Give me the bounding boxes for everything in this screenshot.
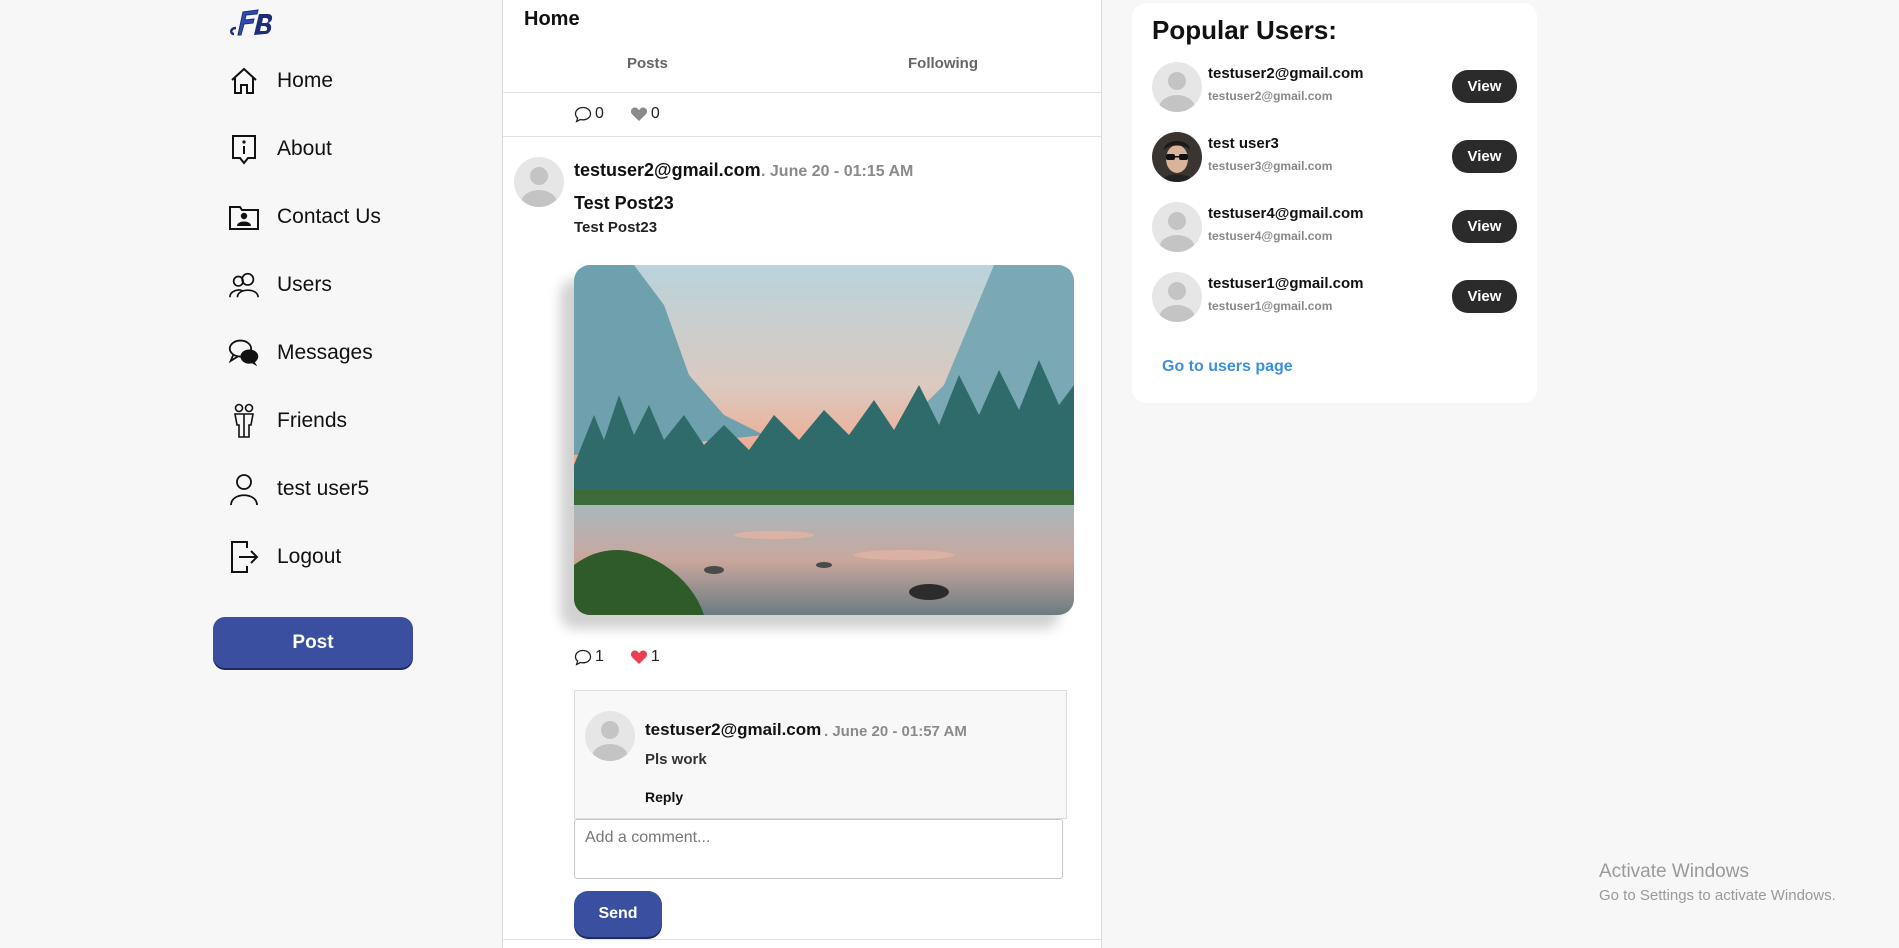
post-title: Test Post23 bbox=[574, 193, 674, 213]
popular-users-title: Popular Users: bbox=[1152, 15, 1337, 45]
user-email: testuser2@gmail.com bbox=[1208, 89, 1333, 103]
user-email: testuser1@gmail.com bbox=[1208, 299, 1333, 313]
sidebar-item-label: test user5 bbox=[277, 477, 370, 500]
comment-icon bbox=[574, 106, 592, 123]
post-date: . June 20 - 01:15 AM bbox=[761, 163, 914, 180]
view-user-button[interactable]: View bbox=[1452, 280, 1517, 313]
post-button[interactable]: Post bbox=[213, 617, 413, 668]
chat-bubbles-icon bbox=[228, 337, 260, 369]
user-email: testuser4@gmail.com bbox=[1208, 229, 1333, 243]
like-count[interactable]: 1 bbox=[630, 648, 660, 666]
sidebar: Home About Contact Us Users Messages Fri… bbox=[0, 0, 500, 948]
comment-count[interactable]: 0 bbox=[574, 105, 604, 123]
sidebar-item-label: Contact Us bbox=[277, 205, 381, 228]
view-user-button[interactable]: View bbox=[1452, 140, 1517, 173]
post-body: Test Post23 bbox=[574, 219, 658, 236]
feed-header: Home Posts Following bbox=[503, 0, 1101, 93]
reply-button[interactable]: Reply bbox=[645, 789, 683, 805]
post-image[interactable] bbox=[574, 265, 1074, 615]
heart-icon bbox=[630, 650, 647, 664]
home-icon bbox=[228, 65, 260, 97]
popular-user-row: testuser2@gmail.com testuser2@gmail.com … bbox=[1152, 62, 1522, 116]
comment-text: Pls work bbox=[645, 751, 707, 768]
like-count-value: 1 bbox=[650, 648, 660, 665]
sidebar-item-label: Home bbox=[277, 69, 334, 92]
comment-date: . June 20 - 01:57 AM bbox=[824, 723, 967, 740]
page-title: Home bbox=[524, 8, 580, 30]
user-name[interactable]: testuser2@gmail.com bbox=[1208, 65, 1364, 82]
user-name[interactable]: testuser1@gmail.com bbox=[1208, 275, 1364, 292]
comment-count[interactable]: 1 bbox=[574, 648, 604, 666]
sidebar-item-profile[interactable]: test user5 bbox=[228, 465, 468, 513]
popular-user-row: testuser4@gmail.com testuser4@gmail.com … bbox=[1152, 202, 1522, 256]
avatar[interactable] bbox=[1152, 272, 1202, 322]
tab-following[interactable]: Following bbox=[908, 55, 978, 72]
app-logo[interactable] bbox=[228, 4, 274, 38]
go-to-users-link[interactable]: Go to users page bbox=[1162, 358, 1293, 376]
sidebar-item-messages[interactable]: Messages bbox=[228, 329, 468, 377]
sidebar-item-friends[interactable]: Friends bbox=[228, 397, 468, 445]
sidebar-item-label: Messages bbox=[277, 341, 373, 364]
post-author[interactable]: testuser2@gmail.com bbox=[574, 160, 761, 181]
comment-input[interactable] bbox=[574, 819, 1063, 879]
sidebar-item-label: Friends bbox=[277, 409, 348, 432]
avatar[interactable] bbox=[1152, 132, 1202, 182]
watermark-title: Activate Windows bbox=[1599, 861, 1749, 882]
sidebar-item-contact-us[interactable]: Contact Us bbox=[228, 193, 468, 241]
popular-user-row: testuser1@gmail.com testuser1@gmail.com … bbox=[1152, 272, 1522, 326]
users-icon bbox=[228, 269, 260, 301]
popular-users-panel: Popular Users: testuser2@gmail.com testu… bbox=[1132, 3, 1537, 403]
avatar[interactable] bbox=[585, 711, 635, 761]
post-stats: 1 1 bbox=[574, 648, 686, 666]
send-button[interactable]: Send bbox=[574, 891, 662, 937]
sidebar-item-label: About bbox=[277, 137, 332, 160]
like-count-value: 0 bbox=[650, 105, 660, 122]
sidebar-item-home[interactable]: Home bbox=[228, 57, 468, 105]
sidebar-item-label: Logout bbox=[277, 545, 342, 568]
divider bbox=[503, 136, 1101, 137]
user-icon bbox=[228, 473, 260, 506]
friends-icon bbox=[228, 403, 260, 438]
comment-author[interactable]: testuser2@gmail.com bbox=[645, 720, 821, 740]
comment: testuser2@gmail.com . June 20 - 01:57 AM… bbox=[574, 690, 1067, 819]
avatar[interactable] bbox=[1152, 202, 1202, 252]
user-name[interactable]: test user3 bbox=[1208, 135, 1279, 152]
user-email: testuser3@gmail.com bbox=[1208, 159, 1333, 173]
heart-icon bbox=[630, 107, 647, 121]
comment-icon bbox=[574, 649, 592, 666]
tab-posts[interactable]: Posts bbox=[627, 55, 668, 72]
sidebar-item-logout[interactable]: Logout bbox=[228, 533, 468, 581]
avatar[interactable] bbox=[1152, 62, 1202, 112]
comment-count-value: 0 bbox=[595, 105, 604, 122]
feed: Home Posts Following 0 0 testuser2@gmail… bbox=[502, 0, 1102, 948]
divider bbox=[503, 939, 1101, 940]
contact-card-icon bbox=[228, 201, 260, 233]
view-user-button[interactable]: View bbox=[1452, 70, 1517, 103]
logout-icon bbox=[228, 541, 260, 573]
popular-user-row: test user3 testuser3@gmail.com View bbox=[1152, 132, 1522, 186]
watermark-subtitle: Go to Settings to activate Windows. bbox=[1599, 887, 1836, 904]
comment-count-value: 1 bbox=[595, 648, 604, 665]
sidebar-item-users[interactable]: Users bbox=[228, 261, 468, 309]
like-count[interactable]: 0 bbox=[630, 105, 660, 123]
view-user-button[interactable]: View bbox=[1452, 210, 1517, 243]
user-name[interactable]: testuser4@gmail.com bbox=[1208, 205, 1364, 222]
avatar[interactable] bbox=[514, 157, 564, 207]
info-icon bbox=[228, 133, 260, 165]
sidebar-item-label: Users bbox=[277, 273, 332, 296]
previous-post-stats: 0 0 bbox=[574, 105, 686, 123]
sidebar-item-about[interactable]: About bbox=[228, 125, 468, 173]
